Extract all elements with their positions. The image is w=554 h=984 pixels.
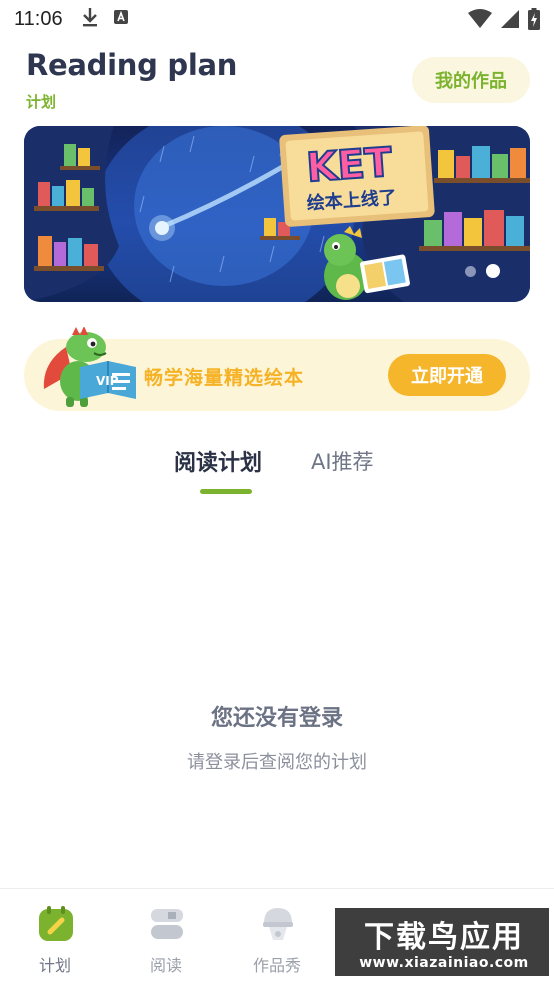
promo-banner[interactable]: KET 绘本上线了	[24, 126, 530, 302]
watermark-url: www.xiazainiao.com	[359, 955, 529, 971]
page-title: Reading plan	[26, 48, 238, 82]
watermark-main-text: 下载鸟应用	[364, 920, 524, 955]
nav-item-read[interactable]: 阅读	[111, 889, 221, 984]
vip-promo-card[interactable]: VIP 畅学海量精选绘本 立即开通	[24, 327, 530, 411]
banner-headline: KET	[305, 140, 394, 192]
tab-ai-recommend[interactable]: AI推荐	[311, 446, 374, 476]
calendar-icon	[39, 906, 73, 941]
empty-state-title: 您还没有登录	[210, 706, 343, 731]
tab-reading-plan[interactable]: 阅读计划	[174, 445, 262, 477]
download-icon	[81, 6, 99, 32]
lamp-icon	[263, 908, 293, 940]
nav-label-read: 阅读	[149, 956, 182, 975]
banner-illustration: KET 绘本上线了	[24, 126, 530, 302]
activate-vip-button[interactable]: 立即开通	[388, 354, 506, 396]
nav-label-showcase: 作品秀	[252, 956, 301, 975]
watermark-overlay: 下载鸟应用 www.xiazainiao.com	[333, 906, 551, 978]
status-bar: 11:06	[0, 0, 554, 38]
signal-icon	[500, 9, 520, 33]
dragon-mascot-icon: VIP	[43, 327, 136, 407]
banner-dot[interactable]	[465, 265, 476, 277]
nav-item-plan[interactable]: 计划	[0, 889, 110, 984]
battery-charging-icon	[528, 8, 540, 34]
wifi-icon	[468, 9, 492, 33]
tab-active-indicator	[200, 489, 252, 494]
text-a-icon	[113, 9, 129, 29]
empty-state-description: 请登录后查阅您的计划	[187, 752, 367, 773]
page-subtitle: 计划	[26, 93, 57, 111]
nav-item-showcase[interactable]: 作品秀	[222, 889, 332, 984]
banner-dot-active[interactable]	[486, 264, 500, 278]
vip-promo-text: 畅学海量精选绘本	[144, 367, 305, 389]
banner-pagination	[465, 264, 500, 278]
nav-label-plan: 计划	[38, 956, 71, 975]
status-time: 11:06	[14, 7, 63, 30]
books-icon	[151, 909, 183, 939]
my-works-button[interactable]: 我的作品	[412, 57, 530, 103]
